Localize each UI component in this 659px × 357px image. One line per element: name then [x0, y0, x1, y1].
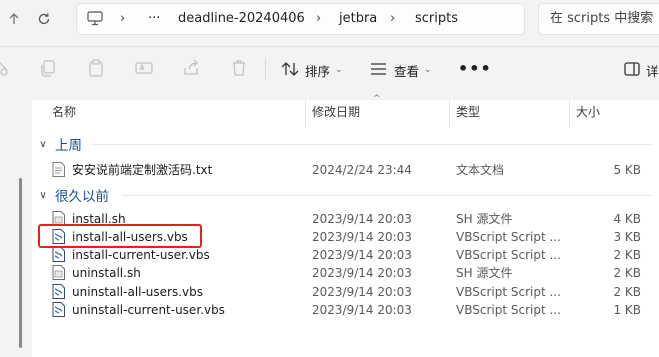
file-size: 2 KB: [613, 285, 641, 299]
column-header-name[interactable]: 名称: [52, 100, 76, 128]
rename-icon[interactable]: [134, 58, 154, 78]
file-type: VBScript Script ...: [456, 230, 561, 244]
file-type: SH 源文件: [456, 266, 513, 280]
file-type: VBScript Script ...: [456, 303, 561, 317]
file-size: 4 KB: [613, 212, 641, 226]
address-bar[interactable]: › ··· deadline-20240406 › jetbra › scrip…: [76, 3, 525, 35]
file-row[interactable]: uninstall.sh 2023/9/14 20:03 SH 源文件 2 KB: [0, 264, 659, 282]
cut-icon[interactable]: [0, 58, 12, 78]
file-row[interactable]: uninstall-all-users.vbs 2023/9/14 20:03 …: [0, 283, 659, 301]
chevron-down-icon: ⌄: [335, 65, 343, 75]
file-size: 3 KB: [613, 230, 641, 244]
chevron-down-icon: ∨: [39, 138, 47, 150]
file-date: 2023/9/14 20:03: [312, 230, 412, 244]
file-row[interactable]: uninstall-current-user.vbs 2023/9/14 20:…: [0, 301, 659, 319]
share-icon[interactable]: [181, 58, 201, 78]
breadcrumb-scripts[interactable]: scripts: [415, 4, 458, 34]
vbs-file-icon: [52, 284, 65, 299]
file-row[interactable]: install-current-user.vbs 2023/9/14 20:03…: [0, 246, 659, 264]
sort-button[interactable]: 排序 ⌄: [281, 57, 343, 83]
breadcrumb-chevron-icon[interactable]: ›: [120, 4, 125, 34]
view-label: 查看: [394, 63, 420, 79]
details-label: 详: [646, 63, 659, 79]
file-size: 2 KB: [613, 248, 641, 262]
file-type: SH 源文件: [456, 212, 513, 226]
chevron-down-icon: ⌄: [424, 65, 432, 75]
details-pane-icon: [624, 61, 640, 79]
file-name: install-current-user.vbs: [72, 248, 210, 262]
file-date: 2023/9/14 20:03: [312, 303, 412, 317]
toolbar-divider: [265, 58, 266, 80]
sort-caret-icon: ^: [373, 94, 381, 104]
group-header-last-week[interactable]: ∨ 上周: [38, 134, 82, 154]
group-separator: [122, 195, 652, 196]
file-type: VBScript Script ...: [456, 248, 561, 262]
column-divider[interactable]: [449, 100, 450, 128]
computer-icon[interactable]: [87, 11, 103, 30]
up-arrow-icon[interactable]: [0, 4, 28, 34]
column-header-type[interactable]: 类型: [456, 100, 480, 128]
group-separator: [92, 144, 652, 145]
breadcrumb-jetbra[interactable]: jetbra: [339, 4, 377, 34]
vbs-file-icon: [52, 247, 65, 262]
highlight-box: [38, 224, 202, 248]
sh-file-icon: [52, 265, 65, 280]
delete-icon[interactable]: [229, 58, 249, 78]
file-type: VBScript Script ...: [456, 285, 561, 299]
refresh-icon[interactable]: [30, 4, 58, 34]
file-date: 2023/9/14 20:03: [312, 212, 412, 226]
paste-icon[interactable]: [86, 58, 106, 78]
view-button[interactable]: 查看 ⌄: [370, 57, 432, 83]
file-name: uninstall.sh: [72, 266, 141, 280]
search-input[interactable]: 在 scripts 中搜索: [538, 3, 659, 35]
details-button[interactable]: 详: [624, 57, 659, 83]
toolbar-separator: [0, 46, 659, 47]
sort-icon: [281, 61, 299, 80]
file-name: uninstall-all-users.vbs: [72, 285, 204, 299]
view-icon: [370, 62, 387, 79]
group-label: 上周: [55, 138, 82, 154]
breadcrumb-chevron-icon[interactable]: ›: [316, 4, 321, 34]
file-date: 2024/2/24 23:44: [312, 163, 412, 177]
file-size: 5 KB: [613, 163, 641, 177]
breadcrumb-overflow[interactable]: ···: [148, 4, 160, 34]
copy-icon[interactable]: [38, 58, 58, 78]
file-row[interactable]: 安安说前端定制激活码.txt 2024/2/24 23:44 文本文档 5 KB: [0, 161, 659, 179]
breadcrumb-deadline[interactable]: deadline-20240406: [178, 4, 305, 34]
file-name: 安安说前端定制激活码.txt: [72, 163, 213, 177]
file-type: 文本文档: [456, 163, 505, 177]
group-header-long-ago[interactable]: ∨ 很久以前: [38, 185, 109, 205]
more-options-button[interactable]: •••: [458, 59, 492, 78]
file-date: 2023/9/14 20:03: [312, 285, 412, 299]
column-divider[interactable]: [305, 100, 306, 128]
vbs-file-icon: [52, 302, 65, 317]
column-header-size[interactable]: 大小: [576, 100, 600, 128]
file-size: 2 KB: [613, 266, 641, 280]
file-date: 2023/9/14 20:03: [312, 266, 412, 280]
text-file-icon: [52, 162, 65, 177]
breadcrumb-chevron-icon[interactable]: ›: [390, 4, 395, 34]
file-size: 1 KB: [613, 303, 641, 317]
chevron-down-icon: ∨: [39, 189, 47, 201]
column-header-date[interactable]: 修改日期: [312, 100, 360, 128]
file-name: uninstall-current-user.vbs: [72, 303, 225, 317]
column-divider[interactable]: [569, 100, 570, 128]
file-date: 2023/9/14 20:03: [312, 248, 412, 262]
group-label: 很久以前: [55, 189, 109, 205]
sort-label: 排序: [305, 63, 331, 79]
